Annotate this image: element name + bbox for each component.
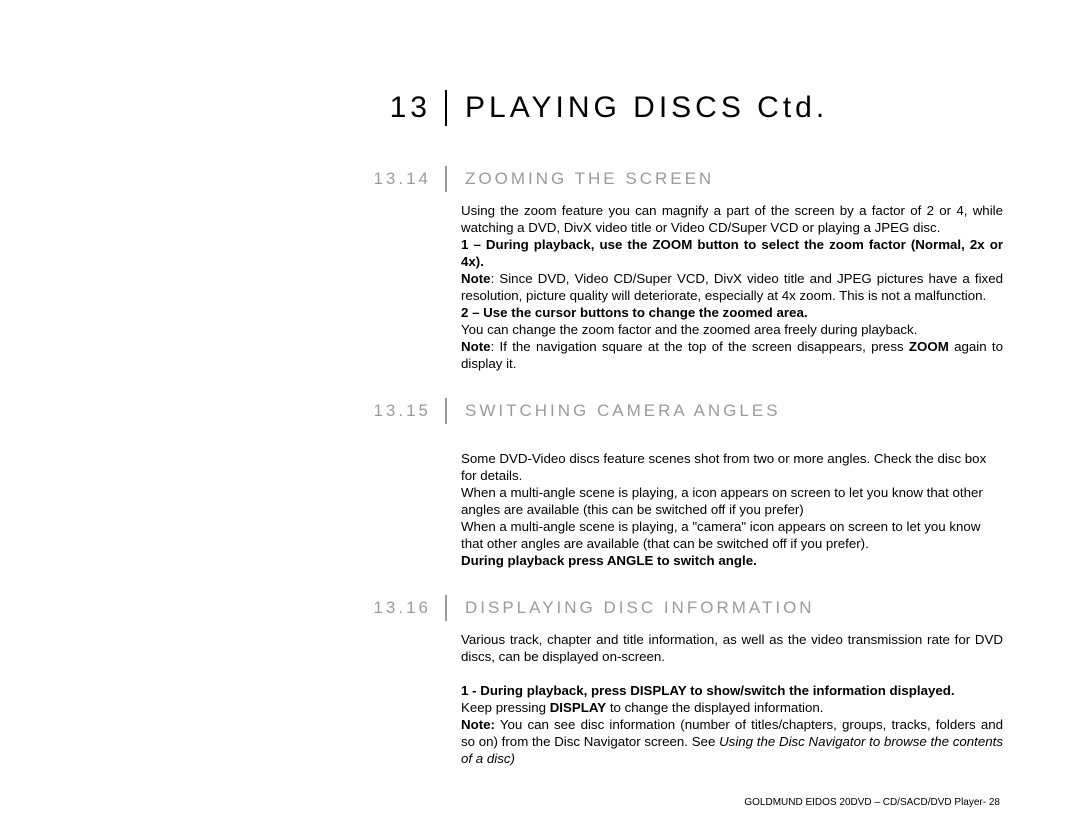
section-number-cell: 13.16 (0, 595, 445, 621)
section-body: Various track, chapter and title informa… (461, 631, 1003, 767)
manual-page: 13 PLAYING DISCS Ctd. 13.14 ZOOMING THE … (0, 0, 1080, 834)
disp-text: Keep pressing (461, 700, 550, 715)
section-body: Using the zoom feature you can magnify a… (461, 202, 1003, 372)
section-title: ZOOMING THE SCREEN (465, 169, 714, 188)
note-text: : Since DVD, Video CD/Super VCD, DivX vi… (461, 271, 1003, 303)
body-text-bold: 2 – Use the cursor buttons to change the… (461, 304, 1003, 321)
body-text-bold: During playback press ANGLE to switch an… (461, 552, 1003, 569)
body-text: When a multi-angle scene is playing, a "… (461, 518, 1003, 552)
body-text: Keep pressing DISPLAY to change the disp… (461, 699, 1003, 716)
section-title-cell: SWITCHING CAMERA ANGLES (447, 398, 1000, 424)
section-title-cell: DISPLAYING DISC INFORMATION (447, 595, 1000, 621)
body-spacer (461, 665, 1003, 682)
note-label: Note (461, 339, 491, 354)
section-number-cell: 13.14 (0, 166, 445, 192)
body-text-bold: 1 - During playback, press DISPLAY to sh… (461, 682, 1003, 699)
chapter-number-cell: 13 (0, 90, 445, 126)
body-text: Various track, chapter and title informa… (461, 631, 1003, 665)
body-text: Note: Since DVD, Video CD/Super VCD, Div… (461, 270, 1003, 304)
note-text: : If the navigation square at the top of… (491, 339, 909, 354)
section-header-row: 13.14 ZOOMING THE SCREEN (0, 166, 1000, 192)
section-header-row: 13.15 SWITCHING CAMERA ANGLES (0, 398, 1000, 424)
body-text: Note: If the navigation square at the to… (461, 338, 1003, 372)
body-text: You can change the zoom factor and the z… (461, 321, 1003, 338)
body-text-bold: 1 – During playback, use the ZOOM button… (461, 236, 1003, 270)
body-text: Some DVD-Video discs feature scenes shot… (461, 450, 1003, 484)
section-number: 13.15 (373, 401, 431, 420)
chapter-header-row: 13 PLAYING DISCS Ctd. (0, 90, 1000, 126)
disp-text: to change the displayed information. (606, 700, 823, 715)
section-number-cell: 13.15 (0, 398, 445, 424)
section-number: 13.16 (373, 598, 431, 617)
chapter-title: PLAYING DISCS Ctd. (465, 91, 828, 124)
body-text: Using the zoom feature you can magnify a… (461, 202, 1003, 236)
section-title: SWITCHING CAMERA ANGLES (465, 401, 781, 420)
zoom-word: ZOOM (909, 339, 949, 354)
display-word: DISPLAY (550, 700, 606, 715)
chapter-title-cell: PLAYING DISCS Ctd. (447, 90, 1000, 126)
note-label: Note (461, 271, 491, 286)
body-text: Note: You can see disc information (numb… (461, 716, 1003, 767)
section-body: Some DVD-Video discs feature scenes shot… (461, 450, 1003, 569)
section-header-row: 13.16 DISPLAYING DISC INFORMATION (0, 595, 1000, 621)
body-text: When a multi-angle scene is playing, a i… (461, 484, 1003, 518)
note-label: Note: (461, 717, 495, 732)
page-footer: GOLDMUND EIDOS 20DVD – CD/SACD/DVD Playe… (744, 797, 1000, 808)
section-title: DISPLAYING DISC INFORMATION (465, 598, 815, 617)
chapter-number: 13 (390, 91, 431, 124)
section-number: 13.14 (373, 169, 431, 188)
section-title-cell: ZOOMING THE SCREEN (447, 166, 1000, 192)
